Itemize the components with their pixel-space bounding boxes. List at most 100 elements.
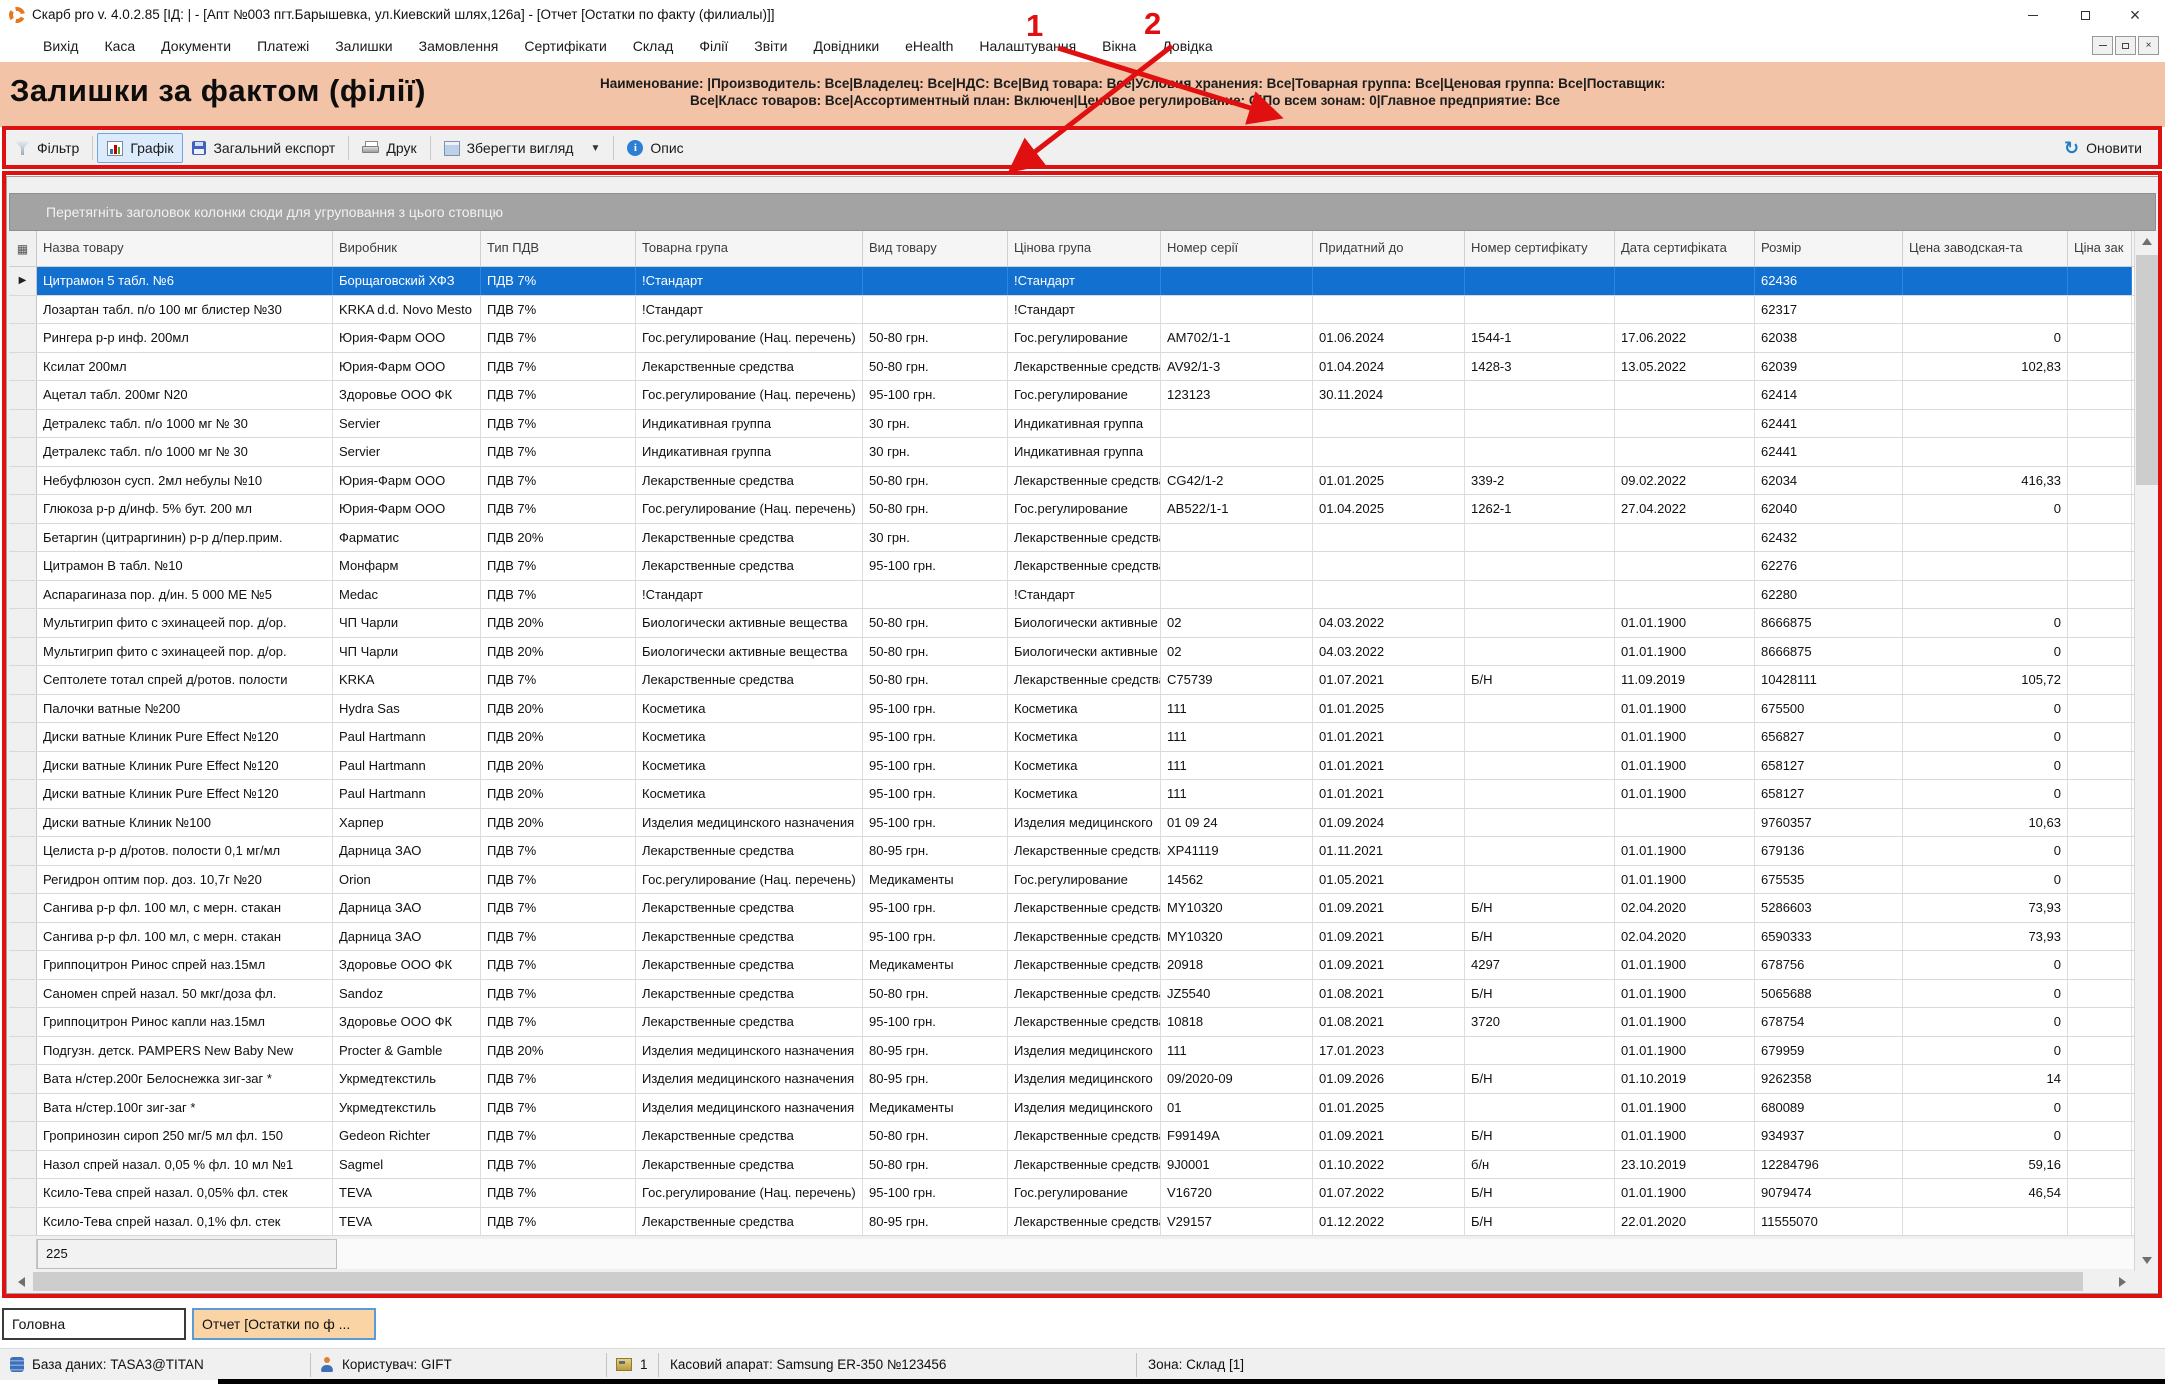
column-chooser-icon[interactable]: ▦ — [9, 231, 37, 266]
table-row[interactable]: Диски ватные Клиник Pure Effect №120Paul… — [9, 780, 2134, 809]
column-header[interactable]: Тип ПДВ — [481, 231, 636, 266]
menu-item-1[interactable]: Вихід — [30, 30, 91, 62]
menu-item-2[interactable]: Каса — [91, 30, 148, 62]
table-row[interactable]: Гриппоцитрон Ринос спрей наз.15млЗдоровь… — [9, 951, 2134, 980]
mdi-restore-button[interactable] — [2115, 36, 2136, 55]
table-row[interactable]: Бетаргин (цитраргинин) р-р д/пер.прим.Фа… — [9, 524, 2134, 553]
table-row[interactable]: Ацетал табл. 200мг N20Здоровье ООО ФКПДВ… — [9, 381, 2134, 410]
table-row[interactable]: Ксилат 200млЮрия-Фарм ОООПДВ 7%Лекарстве… — [9, 353, 2134, 382]
horizontal-scrollbar[interactable] — [9, 1271, 2134, 1292]
group-by-bar[interactable]: Перетягніть заголовок колонки сюди для у… — [9, 193, 2156, 231]
table-row[interactable]: Диски ватные Клиник Pure Effect №120Paul… — [9, 723, 2134, 752]
column-header[interactable]: Вид товару — [863, 231, 1008, 266]
cell: 50-80 грн. — [863, 1151, 1008, 1179]
cell — [1161, 552, 1313, 580]
table-row[interactable]: Цитрамон В табл. №10МонфармПДВ 7%Лекарст… — [9, 552, 2134, 581]
column-header[interactable]: Дата сертифіката — [1615, 231, 1755, 266]
table-row[interactable]: Подгузн. детск. PAMPERS New Baby NewProc… — [9, 1037, 2134, 1066]
table-row[interactable]: Небуфлюзон сусп. 2мл небулы №10Юрия-Фарм… — [9, 467, 2134, 496]
column-header[interactable]: Придатний до — [1313, 231, 1465, 266]
column-header[interactable]: Розмір — [1755, 231, 1903, 266]
tab-home[interactable]: Головна — [2, 1308, 186, 1340]
menu-item-12[interactable]: eHealth — [892, 30, 966, 62]
mdi-minimize-button[interactable] — [2092, 36, 2113, 55]
column-header[interactable]: Номер серії — [1161, 231, 1313, 266]
menu-item-4[interactable]: Платежі — [244, 30, 322, 62]
scroll-right-icon[interactable] — [2110, 1271, 2134, 1292]
table-row[interactable]: Мультигрип фито с эхинацеей пор. д/ор.ЧП… — [9, 638, 2134, 667]
table-row[interactable]: Палочки ватные №200Hydra SasПДВ 20%Косме… — [9, 695, 2134, 724]
table-row[interactable]: Сангива р-р фл. 100 мл, с мерн. стаканДа… — [9, 923, 2134, 952]
restore-button[interactable] — [2063, 2, 2107, 28]
table-row[interactable]: Гропринозин сироп 250 мг/5 мл фл. 150Ged… — [9, 1122, 2134, 1151]
table-row[interactable]: Диски ватные Клиник Pure Effect №120Paul… — [9, 752, 2134, 781]
table-row[interactable]: Аспарагиназа пор. д/ин. 5 000 МЕ №5Medac… — [9, 581, 2134, 610]
table-row[interactable]: Саномен спрей назал. 50 мкг/доза фл.Sand… — [9, 980, 2134, 1009]
horizontal-scroll-thumb[interactable] — [33, 1272, 2083, 1291]
table-row[interactable]: Сангива р-р фл. 100 мл, с мерн. стаканДа… — [9, 894, 2134, 923]
export-button[interactable]: Загальний експорт — [183, 134, 344, 162]
column-header[interactable]: Виробник — [333, 231, 481, 266]
column-header[interactable]: Цена заводская-та — [1903, 231, 2068, 266]
menu-items: ВихідКасаДокументиПлатежіЗалишкиЗамовлен… — [30, 30, 1226, 62]
print-button[interactable]: Друк — [353, 134, 425, 162]
chevron-down-icon[interactable]: ▼ — [590, 143, 600, 154]
menu-item-7[interactable]: Сертифікати — [511, 30, 619, 62]
table-row[interactable]: Диски ватные Клиник №100ХарперПДВ 20%Изд… — [9, 809, 2134, 838]
cell: 02 — [1161, 638, 1313, 666]
column-header[interactable]: Назва товару — [37, 231, 333, 266]
row-indicator — [9, 1179, 37, 1207]
refresh-button[interactable]: ↻ Оновити — [2055, 134, 2151, 162]
menu-item-11[interactable]: Довідники — [801, 30, 893, 62]
mdi-close-button[interactable]: × — [2138, 36, 2159, 55]
cell: 01.01.1900 — [1615, 609, 1755, 637]
table-row[interactable]: Гриппоцитрон Ринос капли наз.15млЗдоровь… — [9, 1008, 2134, 1037]
table-row[interactable]: Ксило-Тева спрей назал. 0,05% фл. стекTE… — [9, 1179, 2134, 1208]
menu-item-10[interactable]: Звіти — [741, 30, 800, 62]
cell — [1313, 410, 1465, 438]
table-row[interactable]: ▶Цитрамон 5 табл. №6Борщаговский ХФЗПДВ … — [9, 267, 2134, 296]
description-button-label: Опис — [650, 140, 683, 156]
menu-item-9[interactable]: Філії — [686, 30, 741, 62]
cell — [1465, 1037, 1615, 1065]
menu-item-3[interactable]: Документи — [148, 30, 244, 62]
table-row[interactable]: Регидрон оптим пор. доз. 10,7г №20OrionП… — [9, 866, 2134, 895]
table-row[interactable]: Назол спрей назал. 0,05 % фл. 10 мл №1Sa… — [9, 1151, 2134, 1180]
filter-button[interactable]: Фільтр — [6, 134, 88, 162]
menu-item-5[interactable]: Залишки — [322, 30, 405, 62]
menu-item-6[interactable]: Замовлення — [406, 30, 512, 62]
column-header[interactable]: Цінова група — [1008, 231, 1161, 266]
table-row[interactable]: Вата н/стер.100г зиг-заг *Укрмедтекстиль… — [9, 1094, 2134, 1123]
close-button[interactable]: × — [2113, 2, 2157, 28]
save-view-button[interactable]: Зберегти вигляд ▼ — [435, 134, 610, 162]
scroll-up-icon[interactable] — [2135, 231, 2159, 252]
table-row[interactable]: Вата н/стер.200г Белоснежка зиг-заг *Укр… — [9, 1065, 2134, 1094]
column-header[interactable]: Номер сертифікату — [1465, 231, 1615, 266]
vertical-scroll-thumb[interactable] — [2136, 255, 2158, 485]
table-row[interactable]: Ксило-Тева спрей назал. 0,1% фл. стекTEV… — [9, 1208, 2134, 1237]
table-row[interactable]: Целиста р-р д/ротов. полости 0,1 мг/млДа… — [9, 837, 2134, 866]
table-row[interactable]: Детралекс табл. п/о 1000 мг № 30ServierП… — [9, 410, 2134, 439]
table-row[interactable]: Рингера р-р инф. 200млЮрия-Фарм ОООПДВ 7… — [9, 324, 2134, 353]
cell: Биологически активные вещества — [636, 609, 863, 637]
status-zone: Зона: Склад [1] — [1148, 1349, 1244, 1380]
tab-report[interactable]: Отчет [Остатки по ф ... — [192, 1308, 376, 1340]
menu-item-14[interactable]: Вікна — [1089, 30, 1149, 62]
column-header[interactable]: Ціна зак — [2068, 231, 2132, 266]
description-button[interactable]: i Опис — [618, 134, 692, 162]
column-header[interactable]: Товарна група — [636, 231, 863, 266]
menu-item-8[interactable]: Склад — [620, 30, 687, 62]
cell: 09.02.2022 — [1615, 467, 1755, 495]
scroll-left-icon[interactable] — [9, 1271, 33, 1292]
cell: 01.01.1900 — [1615, 752, 1755, 780]
table-row[interactable]: Детралекс табл. п/о 1000 мг № 30ServierП… — [9, 438, 2134, 467]
vertical-scrollbar[interactable] — [2134, 231, 2158, 1271]
scroll-down-icon[interactable] — [2135, 1250, 2159, 1271]
table-row[interactable]: Мультигрип фито с эхинацеей пор. д/ор.ЧП… — [9, 609, 2134, 638]
table-row[interactable]: Лозартан табл. п/о 100 мг блистер №30KRK… — [9, 296, 2134, 325]
table-row[interactable]: Глюкоза р-р д/инф. 5% бут. 200 млЮрия-Фа… — [9, 495, 2134, 524]
minimize-button[interactable] — [2011, 2, 2055, 28]
chart-button[interactable]: Графік — [97, 133, 183, 163]
cell — [2068, 296, 2132, 324]
table-row[interactable]: Септолете тотал спрей д/ротов. полостиKR… — [9, 666, 2134, 695]
